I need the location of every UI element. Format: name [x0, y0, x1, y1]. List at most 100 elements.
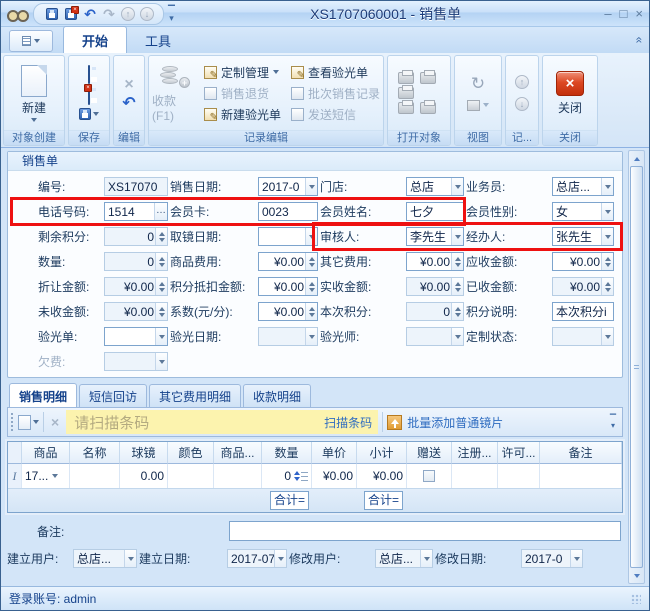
member-card-field[interactable]: 0023 [258, 202, 318, 221]
grid-cell-11[interactable] [540, 464, 622, 488]
discount-amount-spinner[interactable] [155, 278, 167, 295]
modified-by-field[interactable]: 总店... [375, 549, 433, 568]
record-up-icon[interactable]: ↑ [515, 75, 529, 89]
other-fee-field[interactable]: ¥0.00 [406, 252, 464, 271]
created-date-field[interactable]: 2017-07 [227, 549, 287, 568]
store-dropdown[interactable] [451, 178, 463, 195]
grid-cell-9[interactable] [452, 464, 498, 488]
receivable-amount-spinner[interactable] [601, 253, 613, 270]
detail-tab-3[interactable]: 收款明细 [243, 384, 312, 407]
grid-cell-10[interactable] [498, 464, 540, 488]
scroll-up-icon[interactable]: ↑ [120, 6, 136, 22]
ribbon-item-5[interactable]: 发送短信 [290, 106, 380, 123]
grid-cell-7[interactable]: ¥0.00 [357, 464, 407, 488]
ribbon-item-4[interactable]: 批次销售记录 [290, 85, 380, 102]
points-note-field[interactable]: 本次积分i [552, 302, 614, 321]
column-header-0[interactable]: 商品 [22, 442, 70, 464]
optometrist-field[interactable] [406, 327, 464, 346]
arrears-dropdown[interactable] [155, 353, 167, 370]
resize-grip[interactable] [631, 593, 641, 604]
remaining-points-field[interactable]: 0 [104, 227, 168, 246]
column-header-4[interactable]: 商品... [214, 442, 262, 464]
column-header-8[interactable]: 赠送 [407, 442, 452, 464]
grid-cell-6[interactable]: ¥0.00 [312, 464, 357, 488]
optometry-date-dropdown[interactable] [305, 328, 317, 345]
scan-barcode-button[interactable]: 扫描条码 [324, 414, 372, 431]
maximize-button[interactable]: □ [620, 6, 628, 21]
column-header-2[interactable]: 球镜 [120, 442, 168, 464]
modified-date-dropdown[interactable] [570, 550, 582, 567]
coefficient-field[interactable]: ¥0.00 [258, 302, 318, 321]
grid-data-row[interactable]: I 17... 0.00 0 ¥0.00 ¥0.00 [8, 464, 622, 488]
phone-number-browse-button[interactable]: … [154, 203, 167, 220]
current-points-field[interactable]: 0 [406, 302, 464, 321]
ribbon-tab-tools[interactable]: 工具 [127, 27, 189, 53]
unreceived-amount-field[interactable]: ¥0.00 [104, 302, 168, 321]
scroll-up-arrow[interactable] [629, 151, 644, 166]
modified-date-field[interactable]: 2017-0 [521, 549, 583, 568]
order-no-field[interactable]: XS17070 [104, 177, 168, 196]
ribbon-item-0[interactable]: 定制管理 [203, 64, 281, 81]
optometry-form-dropdown[interactable] [155, 328, 167, 345]
scroll-down-arrow[interactable] [629, 568, 644, 583]
row-selector-cell[interactable]: I [8, 464, 22, 488]
gift-checkbox[interactable] [423, 470, 435, 482]
ribbon-item-2[interactable]: 新建验光单 [203, 106, 281, 123]
new-line-button[interactable] [18, 414, 39, 430]
close-form-button[interactable]: × 关闭 [556, 70, 584, 116]
delete-line-icon[interactable]: × [48, 414, 62, 430]
member-gender-field[interactable]: 女 [552, 202, 614, 221]
phone-number-field[interactable]: 1514… [104, 202, 168, 221]
actual-received-spinner[interactable] [451, 278, 463, 295]
coefficient-spinner[interactable] [305, 303, 317, 320]
grid-cell-4[interactable] [214, 464, 262, 488]
close-button[interactable]: × [635, 6, 643, 21]
column-header-11[interactable]: 备注 [540, 442, 622, 464]
receive-payment-button[interactable]: + 收款(F1) [152, 64, 198, 123]
created-date-dropdown[interactable] [274, 550, 286, 567]
ribbon-collapse-icon[interactable]: « [633, 37, 647, 44]
ribbon-tab-start[interactable]: 开始 [63, 26, 128, 53]
custom-status-field[interactable] [552, 327, 614, 346]
product-fee-spinner[interactable] [305, 253, 317, 270]
sale-date-dropdown[interactable] [305, 178, 317, 195]
column-header-6[interactable]: 单价 [312, 442, 357, 464]
pickup-date-dropdown[interactable] [305, 228, 317, 245]
printer-icon[interactable] [420, 70, 436, 84]
copy-icon[interactable] [398, 70, 414, 84]
qat-customize-button[interactable]: ▔ ▾ [168, 5, 175, 22]
current-points-spinner[interactable] [451, 303, 463, 320]
received-amount-field[interactable]: ¥0.00 [552, 277, 614, 296]
printer-icon[interactable] [398, 85, 414, 99]
grid-cell-3[interactable] [168, 464, 214, 488]
batch-add-lens-button[interactable]: 批量添加普通镜片 [387, 414, 503, 431]
points-deduction-spinner[interactable] [305, 278, 317, 295]
handler-field[interactable]: 张先生 [552, 227, 614, 246]
salesman-field[interactable]: 总店... [552, 177, 614, 196]
arrears-field[interactable] [104, 352, 168, 371]
refresh-icon[interactable]: ↻ [471, 75, 485, 92]
layout-button[interactable] [467, 99, 489, 111]
member-name-field[interactable]: 七夕 [406, 202, 464, 221]
save-icon[interactable] [88, 65, 90, 84]
save-close-icon[interactable]: × [63, 5, 79, 22]
member-gender-dropdown[interactable] [601, 203, 613, 220]
scrollbar-thumb[interactable] [630, 166, 643, 568]
grid-cell-5[interactable]: 0 [262, 464, 312, 488]
redo-icon[interactable]: ↷ [101, 6, 117, 22]
other-fee-spinner[interactable] [451, 253, 463, 270]
column-header-5[interactable]: 数量 [262, 442, 312, 464]
discount-amount-field[interactable]: ¥0.00 [104, 277, 168, 296]
grid-cell-8[interactable] [407, 464, 452, 488]
ribbon-item-1[interactable]: 销售退货 [203, 85, 281, 102]
created-by-field[interactable]: 总店... [73, 549, 137, 568]
modified-by-dropdown[interactable] [420, 550, 432, 567]
column-header-3[interactable]: 颜色 [168, 442, 214, 464]
quantity-spinner-icon[interactable] [294, 471, 308, 483]
salesman-dropdown[interactable] [601, 178, 613, 195]
save-icon[interactable] [44, 6, 60, 22]
save-new-icon[interactable] [79, 108, 99, 120]
delete-icon[interactable]: × [121, 76, 136, 94]
undo-icon[interactable]: ↶ [122, 95, 135, 111]
detail-tab-1[interactable]: 短信回访 [79, 384, 148, 407]
